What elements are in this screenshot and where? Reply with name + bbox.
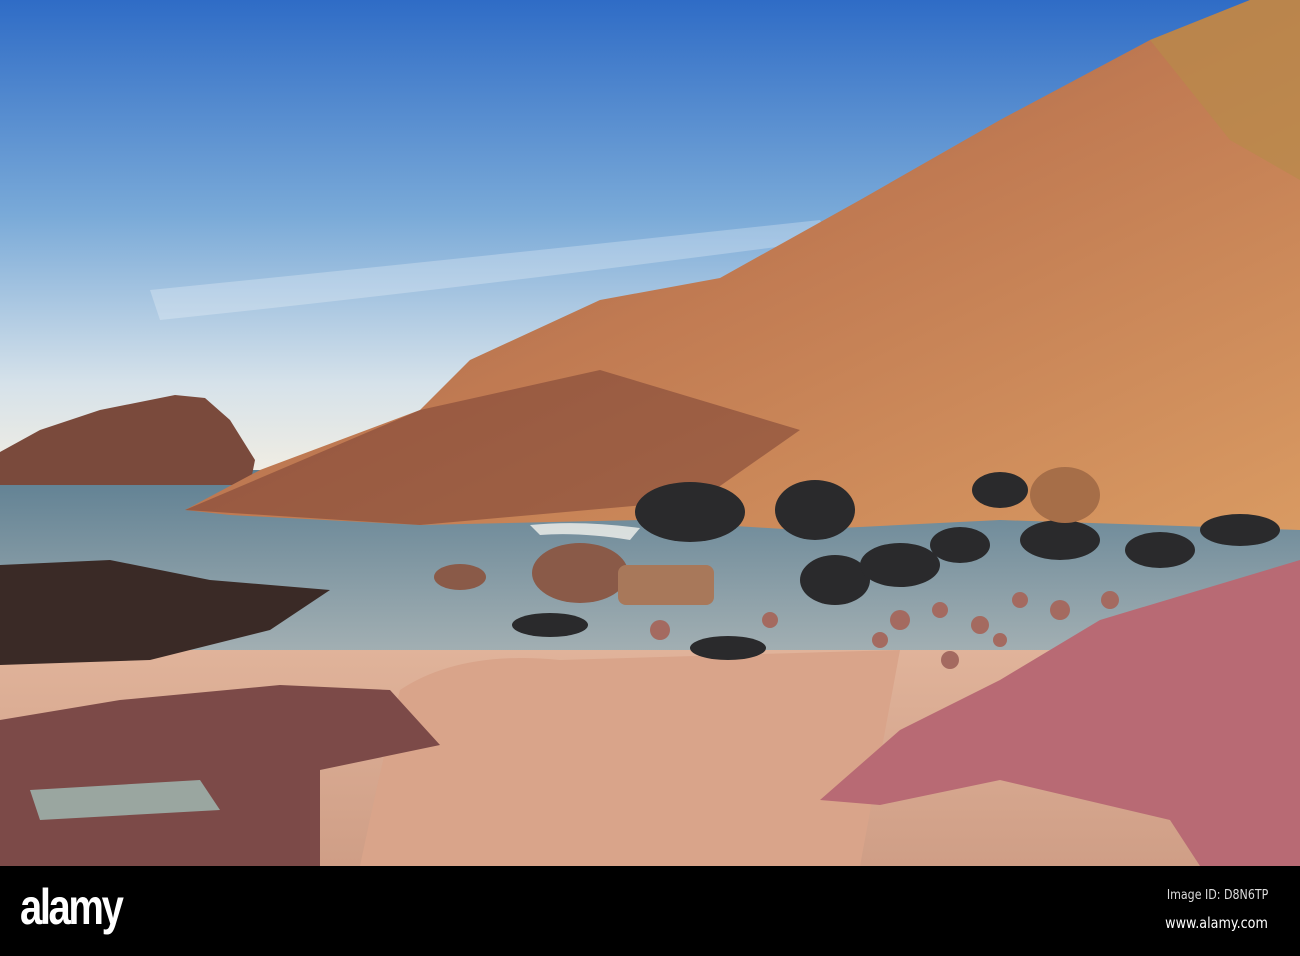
photo-frame: alamy Image ID: D8N6TP www.alamy.com: [0, 0, 1300, 956]
watermark-bar: alamy Image ID: D8N6TP www.alamy.com: [0, 866, 1300, 956]
alamy-url: www.alamy.com: [1165, 914, 1268, 932]
wet-sand-foreground: [360, 650, 900, 866]
image-id: Image ID: D8N6TP: [1166, 888, 1268, 903]
coastal-beach-photo: [0, 0, 1300, 866]
alamy-logo: alamy: [20, 879, 124, 935]
